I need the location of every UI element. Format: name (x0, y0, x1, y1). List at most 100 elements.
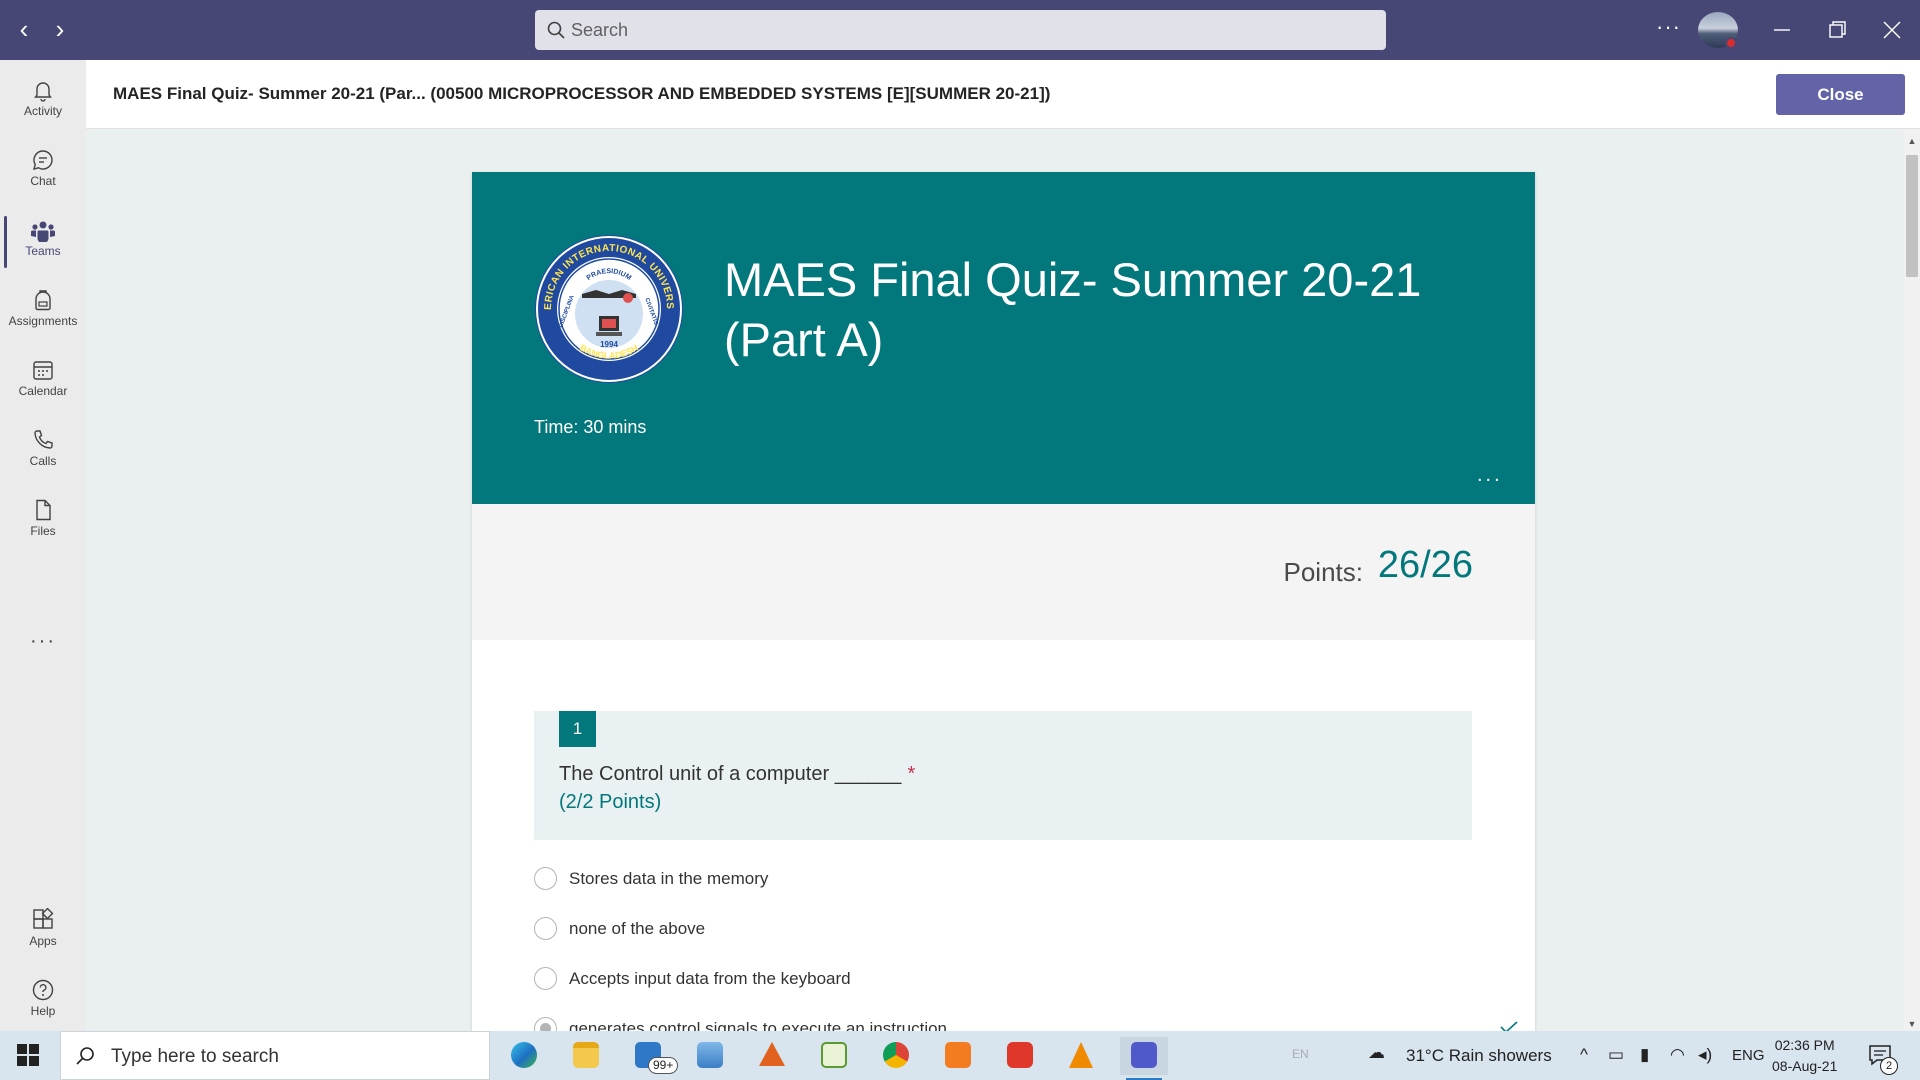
vertical-scrollbar[interactable]: ▲ ▼ (1904, 130, 1920, 1031)
rail-item-files[interactable]: Files (0, 488, 86, 556)
matlab-app[interactable] (748, 1037, 796, 1075)
matlab-icon (759, 1042, 785, 1066)
settings-more-icon[interactable]: ··· (1656, 14, 1681, 40)
radio-button[interactable] (534, 867, 557, 890)
windows-start-icon[interactable] (17, 1044, 39, 1066)
points-summary: Points: 26/26 (472, 504, 1535, 640)
title-bar: ‹ › ··· (0, 0, 1920, 60)
wps-icon (1007, 1042, 1033, 1068)
edge-icon (511, 1042, 537, 1068)
back-arrow-icon[interactable]: ‹ (10, 16, 38, 44)
taskbar-search-placeholder: Type here to search (111, 1046, 279, 1067)
clock[interactable]: 02:36 PM 08-Aug-21 (1772, 1035, 1837, 1077)
quiz-card: AMERICAN INTERNATIONAL UNIVERSITY BANGLA… (472, 172, 1535, 1031)
rail-label: Teams (25, 244, 61, 258)
scroll-up-arrow-icon[interactable]: ▲ (1904, 134, 1920, 148)
xampp-app[interactable] (934, 1037, 982, 1075)
file-explorer-app[interactable] (562, 1037, 610, 1075)
rail-item-chat[interactable]: Chat (0, 138, 86, 206)
radio-button-selected[interactable] (534, 1017, 557, 1031)
rail-item-help[interactable]: Help (0, 968, 86, 1036)
weather-icon[interactable]: ☁ (1368, 1043, 1385, 1063)
form-content: AMERICAN INTERNATIONAL UNIVERSITY BANGLA… (86, 130, 1904, 1031)
control-panel-icon (697, 1042, 723, 1068)
rail-label: Assignments (8, 314, 78, 328)
chart-app[interactable] (810, 1037, 858, 1075)
search-icon (76, 1047, 94, 1065)
clock-date: 08-Aug-21 (1772, 1058, 1838, 1074)
rail-label: Apps (29, 934, 57, 948)
rail-label: Files (30, 524, 56, 538)
points-label: Points: (1283, 557, 1364, 587)
forward-arrow-icon[interactable]: › (46, 16, 74, 44)
active-indicator (4, 216, 7, 268)
wps-office-app[interactable] (996, 1037, 1044, 1075)
more-options-icon[interactable]: ... (1477, 464, 1503, 487)
points-value: 26/26 (1377, 544, 1473, 586)
search-icon (547, 21, 565, 39)
control-panel-app[interactable] (686, 1037, 734, 1075)
quiz-banner: AMERICAN INTERNATIONAL UNIVERSITY BANGLA… (472, 172, 1535, 504)
folder-icon (573, 1042, 599, 1068)
university-logo: AMERICAN INTERNATIONAL UNIVERSITY BANGLA… (534, 234, 683, 383)
rail-item-teams[interactable]: Teams (0, 208, 86, 276)
rail-label: Activity (23, 104, 62, 118)
chrome-app[interactable] (872, 1037, 920, 1075)
question-header: 1 The Control unit of a computer ______ *… (534, 711, 1472, 840)
rail-item-activity[interactable]: Activity (0, 68, 86, 136)
restore-icon[interactable] (1819, 12, 1855, 48)
rail-label: Calls (29, 454, 57, 468)
search-box[interactable] (535, 10, 1386, 50)
scroll-thumb[interactable] (1906, 155, 1918, 277)
search-input[interactable] (571, 16, 1361, 44)
presence-status-icon (1725, 37, 1737, 49)
option-label: Stores data in the memory (569, 869, 769, 888)
volume-icon[interactable]: ◂) (1698, 1045, 1712, 1065)
rail-item-calendar[interactable]: Calendar (0, 348, 86, 416)
clock-time: 02:36 PM (1774, 1037, 1835, 1053)
more-apps-icon[interactable]: ··· (0, 630, 86, 653)
option-label: none of the above (569, 919, 706, 938)
tab-header: MAES Final Quiz- Summer 20-21 (Par... (0… (86, 60, 1920, 129)
vlc-app[interactable] (1058, 1037, 1106, 1075)
language-indicator[interactable]: ENG (1732, 1047, 1765, 1064)
option-label: Accepts input data from the keyboard (569, 969, 851, 988)
apps-icon (33, 908, 54, 929)
microphone-icon[interactable]: ▮ (1640, 1045, 1649, 1065)
page-title: MAES Final Quiz- Summer 20-21 (Par... (0… (113, 84, 1051, 103)
mail-app[interactable]: 99+ (624, 1037, 679, 1075)
edge-app[interactable] (500, 1037, 548, 1075)
quiz-description: Time: 30 mins (534, 417, 647, 437)
question-number: 1 (559, 711, 596, 747)
rail-item-apps[interactable]: Apps (0, 898, 86, 966)
teams-icon (1131, 1042, 1157, 1068)
rail-item-calls[interactable]: Calls (0, 418, 86, 486)
question-text: The Control unit of a computer ______ * (559, 763, 915, 786)
close-window-icon[interactable] (1874, 12, 1910, 48)
teams-icon (31, 221, 55, 242)
windows-taskbar: Type here to search 99+ EN ☁ 31°C Rain s… (0, 1031, 1920, 1080)
mail-badge: 99+ (648, 1057, 679, 1074)
question-points: (2/2 Points) (559, 791, 662, 813)
question-text-content: The Control unit of a computer ______ (559, 763, 902, 785)
rail-label: Help (30, 1004, 56, 1018)
battery-icon[interactable]: ▭ (1608, 1045, 1624, 1065)
chart-icon (821, 1042, 847, 1068)
bell-icon (34, 82, 52, 102)
required-marker: * (907, 763, 916, 785)
file-icon (36, 499, 51, 521)
rail-item-assignments[interactable]: Assignments (0, 278, 86, 346)
taskbar-search[interactable]: Type here to search (60, 1031, 490, 1080)
radio-button[interactable] (534, 917, 557, 940)
help-icon (32, 979, 54, 1001)
minimize-icon[interactable] (1764, 12, 1800, 48)
radio-button[interactable] (534, 967, 557, 990)
input-indicator: EN (1292, 1047, 1309, 1061)
weather-text[interactable]: 31°C Rain showers (1406, 1046, 1552, 1066)
teams-app[interactable] (1120, 1037, 1168, 1080)
chat-icon (33, 150, 53, 170)
close-button[interactable]: Close (1776, 74, 1905, 115)
scroll-down-arrow-icon[interactable]: ▼ (1904, 1017, 1920, 1031)
chevron-up-icon[interactable]: ^ (1580, 1045, 1588, 1065)
wifi-icon[interactable]: ◠ (1670, 1045, 1685, 1065)
